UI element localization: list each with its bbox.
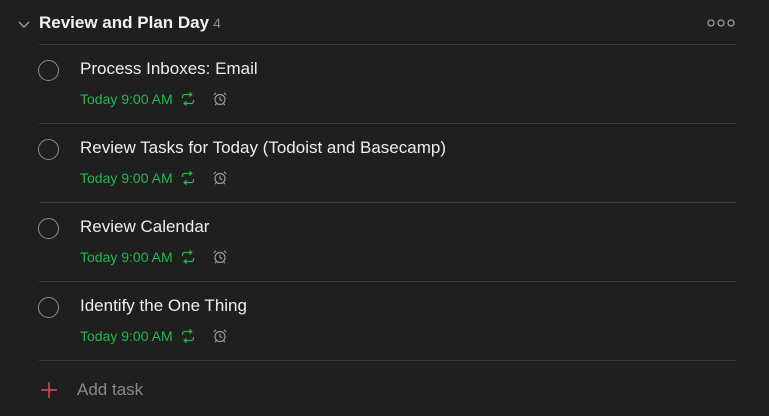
task-list: Process Inboxes: Email Today 9:00 AM Rev… — [0, 45, 769, 361]
project-section: Review and Plan Day 4 Process Inboxes: Em… — [0, 0, 769, 416]
task-content[interactable]: Process Inboxes: Email — [80, 59, 258, 79]
task-item[interactable]: Review Tasks for Today (Todoist and Base… — [0, 124, 769, 203]
due-date[interactable]: Today 9:00 AM — [80, 249, 173, 265]
task-item[interactable]: Review Calendar Today 9:00 AM — [0, 203, 769, 282]
add-task-label: Add task — [77, 380, 144, 399]
recurring-icon — [180, 91, 196, 107]
add-task-button[interactable]: Add task — [0, 361, 769, 416]
task-checkbox[interactable] — [38, 60, 59, 81]
chevron-down-icon[interactable] — [16, 16, 32, 32]
task-item[interactable]: Identify the One Thing Today 9:00 AM — [0, 282, 769, 361]
more-options-button[interactable] — [704, 12, 738, 34]
section-title[interactable]: Review and Plan Day 4 — [39, 13, 221, 33]
task-meta: Today 9:00 AM — [80, 327, 228, 345]
alarm-clock-icon[interactable] — [212, 170, 228, 186]
recurring-icon — [180, 249, 196, 265]
task-content[interactable]: Review Calendar — [80, 217, 209, 237]
plus-icon — [40, 381, 58, 399]
section-task-count: 4 — [213, 15, 221, 31]
due-date[interactable]: Today 9:00 AM — [80, 91, 173, 107]
task-meta: Today 9:00 AM — [80, 169, 228, 187]
recurring-icon — [180, 170, 196, 186]
due-date[interactable]: Today 9:00 AM — [80, 170, 173, 186]
alarm-clock-icon[interactable] — [212, 328, 228, 344]
task-item[interactable]: Process Inboxes: Email Today 9:00 AM — [0, 45, 769, 124]
task-content[interactable]: Identify the One Thing — [80, 296, 247, 316]
task-meta: Today 9:00 AM — [80, 248, 228, 266]
recurring-icon — [180, 328, 196, 344]
task-checkbox[interactable] — [38, 218, 59, 239]
section-header: Review and Plan Day 4 — [0, 0, 769, 44]
task-checkbox[interactable] — [38, 139, 59, 160]
task-checkbox[interactable] — [38, 297, 59, 318]
task-content[interactable]: Review Tasks for Today (Todoist and Base… — [80, 138, 446, 158]
alarm-clock-icon[interactable] — [212, 91, 228, 107]
due-date[interactable]: Today 9:00 AM — [80, 328, 173, 344]
more-horizontal-icon — [707, 19, 735, 27]
alarm-clock-icon[interactable] — [212, 249, 228, 265]
section-title-text: Review and Plan Day — [39, 13, 210, 32]
task-meta: Today 9:00 AM — [80, 90, 228, 108]
